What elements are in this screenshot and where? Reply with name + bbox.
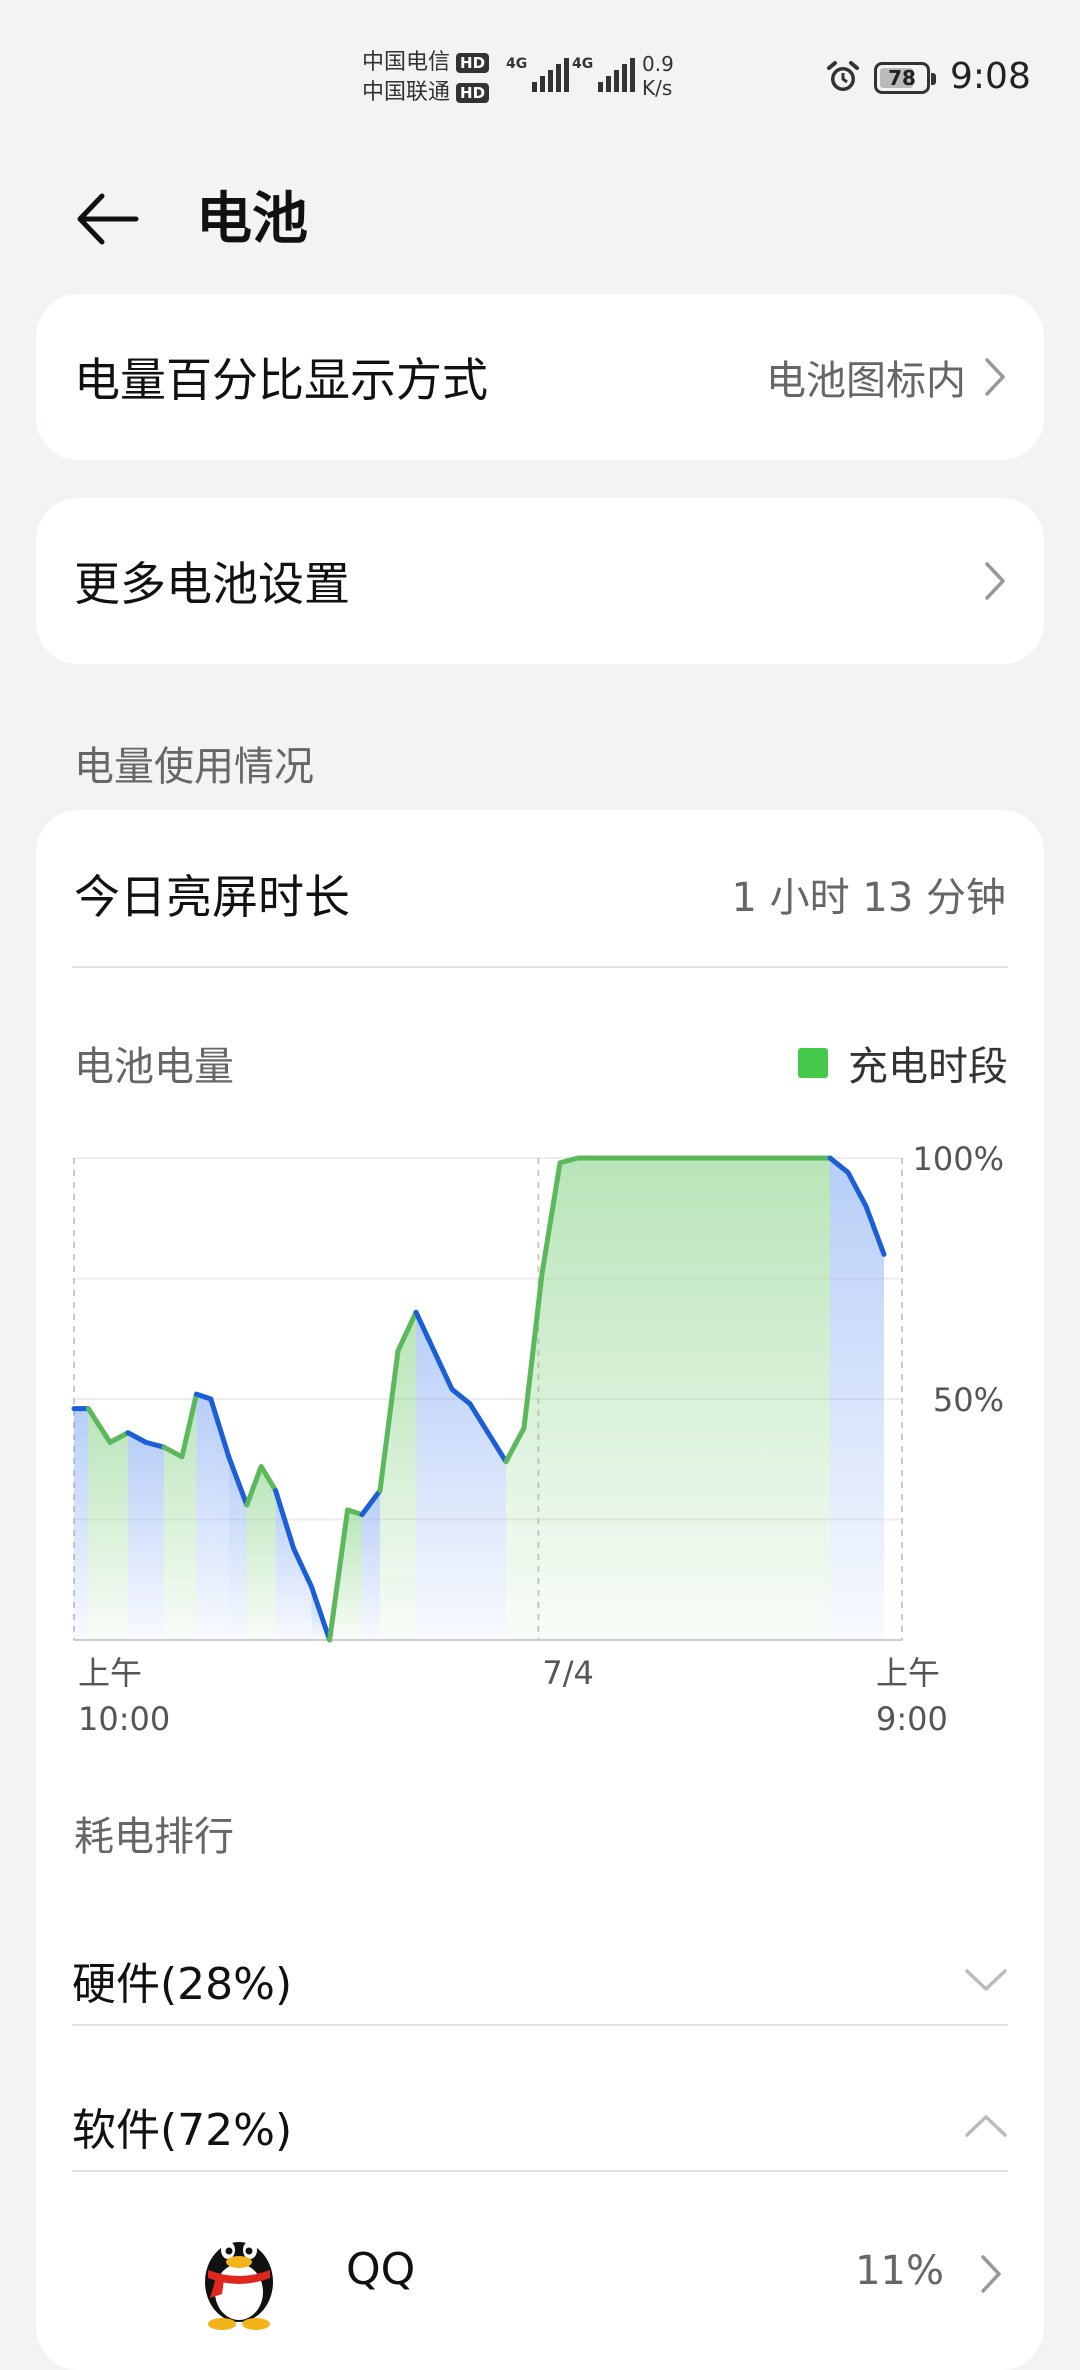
screen-time-value: 1 小时 13 分钟 (731, 875, 1007, 921)
status-time: 9:08 (950, 56, 1031, 97)
screen-time-label: 今日亮屏时长 (74, 870, 350, 924)
list-item[interactable]: QQ 11% (72, 2210, 1008, 2350)
carrier-2: 中国联通 (362, 80, 451, 105)
carrier-1: 中国电信 (362, 50, 451, 75)
discharging-area (74, 1408, 89, 1640)
discharging-area (128, 1432, 164, 1640)
app-name: QQ (346, 2244, 416, 2295)
qq-penguin-icon (205, 2241, 273, 2330)
usage-card: 今日亮屏时长 1 小时 13 分钟 电池电量 充电时段 100% 50% 上午 10:… (36, 810, 1044, 2370)
more-battery-settings-label: 更多电池设置 (74, 557, 350, 611)
alarm-icon (827, 61, 859, 91)
network-speed: 0.9 K/s (642, 52, 674, 100)
more-battery-settings-card[interactable]: 更多电池设置 (36, 498, 1044, 664)
percentage-display-card[interactable]: 电量百分比显示方式 电池图标内 (36, 294, 1044, 460)
chevron-up-icon (965, 2115, 1007, 2137)
x-tick-label: 7/4 (542, 1654, 594, 1692)
more-battery-settings-row[interactable]: 更多电池设置 (74, 498, 1006, 664)
hd-badge: HD (456, 83, 490, 103)
x-tick-label: 上午 (876, 1654, 940, 1692)
back-arrow-icon[interactable] (72, 184, 142, 254)
chevron-right-icon (985, 358, 1005, 396)
signal-icon: 4G (572, 56, 636, 92)
app-usage-percent: 11% (855, 2248, 944, 2294)
chevron-right-icon (985, 562, 1005, 600)
divider (72, 966, 1008, 968)
usage-section-label: 电量使用情况 (74, 744, 314, 790)
x-tick-label: 9:00 (876, 1700, 948, 1738)
percentage-display-row[interactable]: 电量百分比显示方式 电池图标内 (74, 294, 1006, 460)
battery-icon: 78 (874, 62, 936, 94)
screen-time-row: 今日亮屏时长 1 小时 13 分钟 (74, 810, 1006, 978)
page-header: 电池 (0, 160, 1080, 270)
x-tick-label: 上午 (78, 1654, 142, 1692)
x-tick-label: 10:00 (78, 1700, 170, 1738)
legend-swatch-charging (798, 1048, 828, 1078)
hardware-accordion[interactable]: 硬件(28%) (72, 1910, 1008, 2050)
y-tick-label: 50% (933, 1381, 1004, 1419)
software-accordion[interactable]: 软件(72%) (72, 2056, 1008, 2196)
battery-level-chart: 100% 50% 上午 10:00 7/4 上午 9:00 (71, 1140, 1004, 1738)
page-title: 电池 (196, 187, 308, 252)
signal-icon: 4G (506, 56, 570, 92)
carrier-info: 中国电信 HD 中国联通 HD (362, 48, 490, 108)
charging-area (506, 1158, 830, 1640)
discharging-area (196, 1394, 211, 1640)
status-bar: 中国电信 HD 中国联通 HD 4G 4G 0.9 K/s 78 9:08 (0, 0, 1080, 150)
hd-badge: HD (456, 53, 490, 73)
discharging-area (416, 1312, 506, 1640)
y-tick-label: 100% (913, 1140, 1004, 1178)
legend-label-charging: 充电时段 (848, 1044, 1008, 1090)
chart-legend: 充电时段 (798, 1034, 1008, 1092)
software-label: 软件(72%) (72, 2105, 293, 2156)
percentage-display-value: 电池图标内 (766, 358, 966, 404)
divider (72, 2170, 1008, 2172)
charging-area (164, 1394, 197, 1640)
chevron-down-icon (965, 1969, 1007, 1991)
chart-title: 电池电量 (74, 1044, 234, 1090)
ranking-label: 耗电排行 (74, 1814, 234, 1860)
percentage-display-label: 电量百分比显示方式 (74, 353, 488, 407)
battery-level-text: 78 (888, 66, 916, 90)
hardware-label: 硬件(28%) (72, 1959, 293, 2010)
chevron-right-icon (981, 2255, 1001, 2293)
divider (72, 2024, 1008, 2026)
